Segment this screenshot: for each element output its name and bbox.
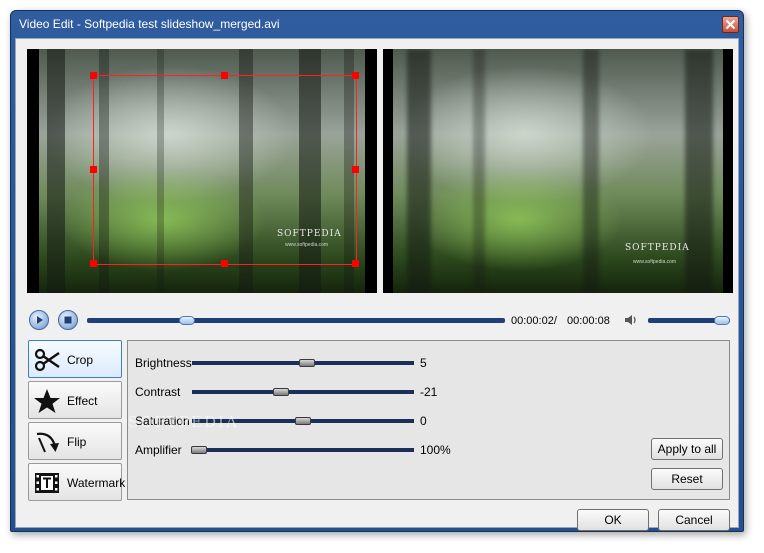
result-video-preview: SOFTPEDIA www.softpedia.com xyxy=(383,49,733,293)
result-watermark-logo: SOFTPEDIA xyxy=(625,243,690,253)
crop-handle-right[interactable] xyxy=(352,166,359,173)
effect-tool-button[interactable]: Effect xyxy=(28,381,122,419)
brightness-value: 5 xyxy=(420,356,427,370)
brightness-label: Brightness xyxy=(135,356,192,370)
effect-tool-label: Effect xyxy=(67,394,98,408)
title-bar[interactable]: Video Edit - Softpedia test slideshow_me… xyxy=(11,11,743,38)
window-title: Video Edit - Softpedia test slideshow_me… xyxy=(19,17,280,31)
result-frame: SOFTPEDIA www.softpedia.com xyxy=(393,49,723,293)
panel-watermark: SOFTPEDIA xyxy=(128,413,239,431)
crop-handle-bottom[interactable] xyxy=(221,260,228,267)
amplifier-thumb[interactable] xyxy=(190,446,207,454)
scissors-icon xyxy=(34,348,60,372)
seek-thumb[interactable] xyxy=(179,316,196,325)
saturation-value: 0 xyxy=(420,414,427,428)
star-icon xyxy=(34,389,60,413)
close-icon xyxy=(725,19,736,30)
contrast-value: -21 xyxy=(420,385,438,399)
crop-handle-top-left[interactable] xyxy=(90,72,97,79)
apply-to-all-button[interactable]: Apply to all xyxy=(651,438,723,460)
contrast-thumb[interactable] xyxy=(272,388,289,396)
original-video-preview[interactable]: SOFTPEDIA www.softpedia.com xyxy=(27,49,377,293)
watermark-tool-button[interactable]: Watermark xyxy=(28,463,126,501)
contrast-slider[interactable] xyxy=(192,388,414,396)
saturation-thumb[interactable] xyxy=(295,417,311,425)
amplifier-slider[interactable] xyxy=(190,446,414,454)
video-edit-window: Video Edit - Softpedia test slideshow_me… xyxy=(10,10,744,532)
film-text-icon xyxy=(35,473,59,493)
watermark-tool-label: Watermark xyxy=(67,476,126,490)
ok-button[interactable]: OK xyxy=(577,509,649,531)
crop-handle-top[interactable] xyxy=(221,72,228,79)
crop-rectangle[interactable] xyxy=(90,72,359,267)
flip-tool-button[interactable]: Flip xyxy=(28,422,122,460)
amplifier-label: Amplifier xyxy=(135,443,182,457)
result-watermark-url: www.softpedia.com xyxy=(633,259,677,265)
total-time: 00:00:08 xyxy=(567,315,610,327)
close-button[interactable] xyxy=(722,16,739,33)
crop-handle-left[interactable] xyxy=(90,166,97,173)
stop-button[interactable] xyxy=(58,310,78,330)
flip-tool-label: Flip xyxy=(67,435,87,449)
brightness-slider[interactable] xyxy=(192,359,414,367)
flip-arrow-icon xyxy=(36,432,59,453)
volume-slider[interactable] xyxy=(648,316,730,325)
crop-tool-label: Crop xyxy=(67,353,94,367)
stop-icon xyxy=(64,316,72,324)
crop-handle-bottom-right[interactable] xyxy=(352,260,359,267)
play-icon xyxy=(37,316,43,324)
crop-tool-button[interactable]: Crop xyxy=(28,340,122,378)
seek-bar[interactable] xyxy=(87,316,505,325)
crop-handle-bottom-left[interactable] xyxy=(90,260,97,267)
volume-thumb[interactable] xyxy=(714,316,730,325)
amplifier-value: 100% xyxy=(420,443,451,457)
brightness-thumb[interactable] xyxy=(299,359,316,367)
play-button[interactable] xyxy=(29,310,49,330)
speaker-icon[interactable] xyxy=(624,314,638,326)
cancel-button[interactable]: Cancel xyxy=(658,509,730,531)
contrast-label: Contrast xyxy=(135,385,181,399)
crop-handle-top-right[interactable] xyxy=(352,72,359,79)
current-time: 00:00:02/ xyxy=(511,315,557,327)
dialog-client-area: SOFTPEDIA www.softpedia.com SOFTPEDIA ww… xyxy=(15,38,739,531)
reset-button[interactable]: Reset xyxy=(651,468,723,490)
